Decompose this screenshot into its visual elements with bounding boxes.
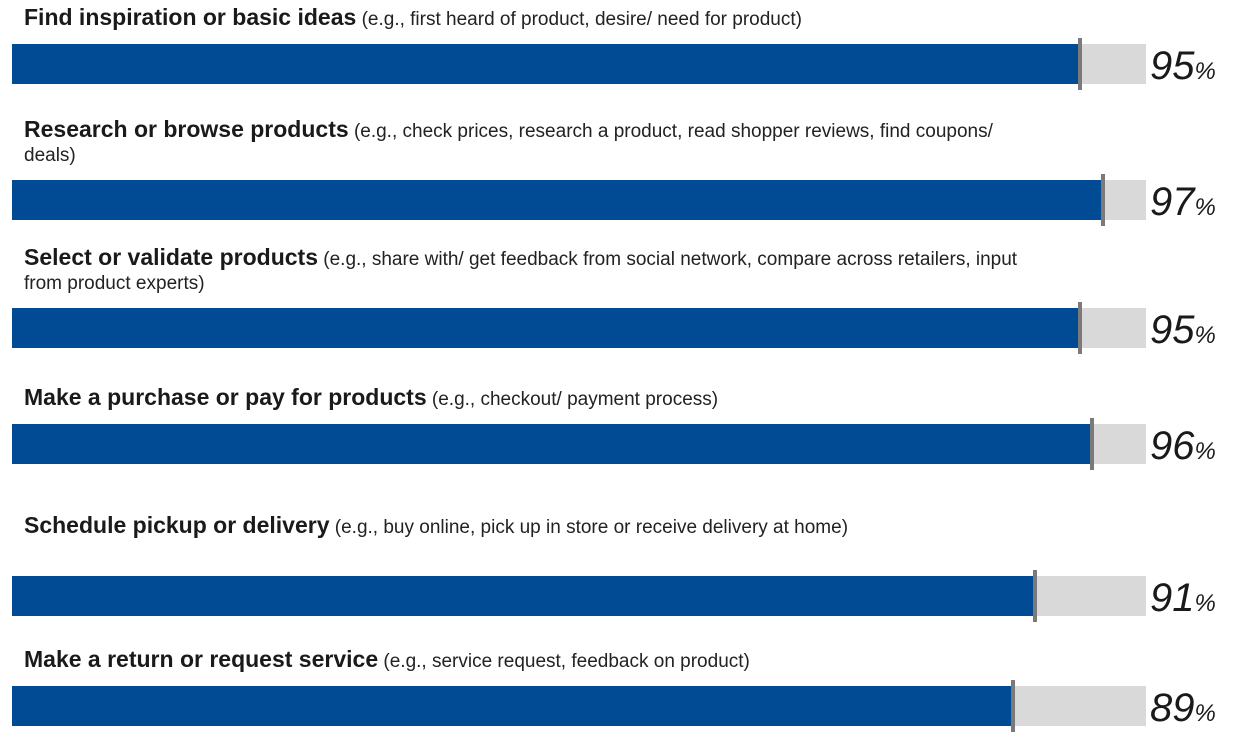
value-label: 91% xyxy=(1150,578,1216,618)
bar-fill xyxy=(12,576,1035,616)
bar-fill xyxy=(12,308,1080,348)
bar-end-marker xyxy=(1078,38,1082,90)
bar-end-marker xyxy=(1078,302,1082,354)
value-label: 95% xyxy=(1150,46,1216,86)
value-suffix: % xyxy=(1194,700,1216,727)
category-title: Select or validate products xyxy=(24,244,318,270)
bar-track xyxy=(12,44,1146,84)
category-title: Make a return or request service xyxy=(24,646,379,672)
category-note: (e.g., checkout/ payment process) xyxy=(431,389,719,410)
category-title: Make a purchase or pay for products xyxy=(24,384,427,410)
bar-track xyxy=(12,180,1146,220)
category-label: Make a purchase or pay for products (e.g… xyxy=(24,385,1024,412)
bar-fill xyxy=(12,44,1080,84)
category-label: Find inspiration or basic ideas (e.g., f… xyxy=(24,5,1024,32)
value-label: 89% xyxy=(1150,688,1216,728)
value-suffix: % xyxy=(1194,438,1216,465)
bar-fill xyxy=(12,424,1092,464)
bar-end-marker xyxy=(1090,418,1094,470)
value-suffix: % xyxy=(1194,194,1216,221)
category-title: Find inspiration or basic ideas xyxy=(24,4,357,30)
bar-track xyxy=(12,576,1146,616)
value-label: 95% xyxy=(1150,310,1216,350)
category-note: (e.g., service request, feedback on prod… xyxy=(383,651,750,672)
bar-end-marker xyxy=(1101,174,1105,226)
category-label: Select or validate products (e.g., share… xyxy=(24,245,1024,296)
category-note: (e.g., buy online, pick up in store or r… xyxy=(334,517,849,538)
bar-fill xyxy=(12,686,1013,726)
category-label: Make a return or request service (e.g., … xyxy=(24,647,1024,674)
value-number: 97 xyxy=(1150,180,1195,224)
value-number: 95 xyxy=(1150,308,1195,352)
bar-end-marker xyxy=(1011,680,1015,732)
category-note: (e.g., first heard of product, desire/ n… xyxy=(361,9,802,30)
value-number: 95 xyxy=(1150,44,1195,88)
value-label: 96% xyxy=(1150,426,1216,466)
bar-end-marker xyxy=(1033,570,1037,622)
value-suffix: % xyxy=(1194,58,1216,85)
bar-track xyxy=(12,424,1146,464)
value-number: 91 xyxy=(1150,576,1195,620)
value-suffix: % xyxy=(1194,590,1216,617)
bar-chart: Find inspiration or basic ideas (e.g., f… xyxy=(0,0,1236,755)
category-title: Research or browse products xyxy=(24,116,349,142)
value-number: 89 xyxy=(1150,686,1195,730)
category-label: Schedule pickup or delivery (e.g., buy o… xyxy=(24,513,1024,540)
value-label: 97% xyxy=(1150,182,1216,222)
value-suffix: % xyxy=(1194,322,1216,349)
category-label: Research or browse products (e.g., check… xyxy=(24,117,1024,168)
bar-track xyxy=(12,308,1146,348)
value-number: 96 xyxy=(1150,424,1195,468)
bar-fill xyxy=(12,180,1103,220)
bar-track xyxy=(12,686,1146,726)
category-title: Schedule pickup or delivery xyxy=(24,512,330,538)
